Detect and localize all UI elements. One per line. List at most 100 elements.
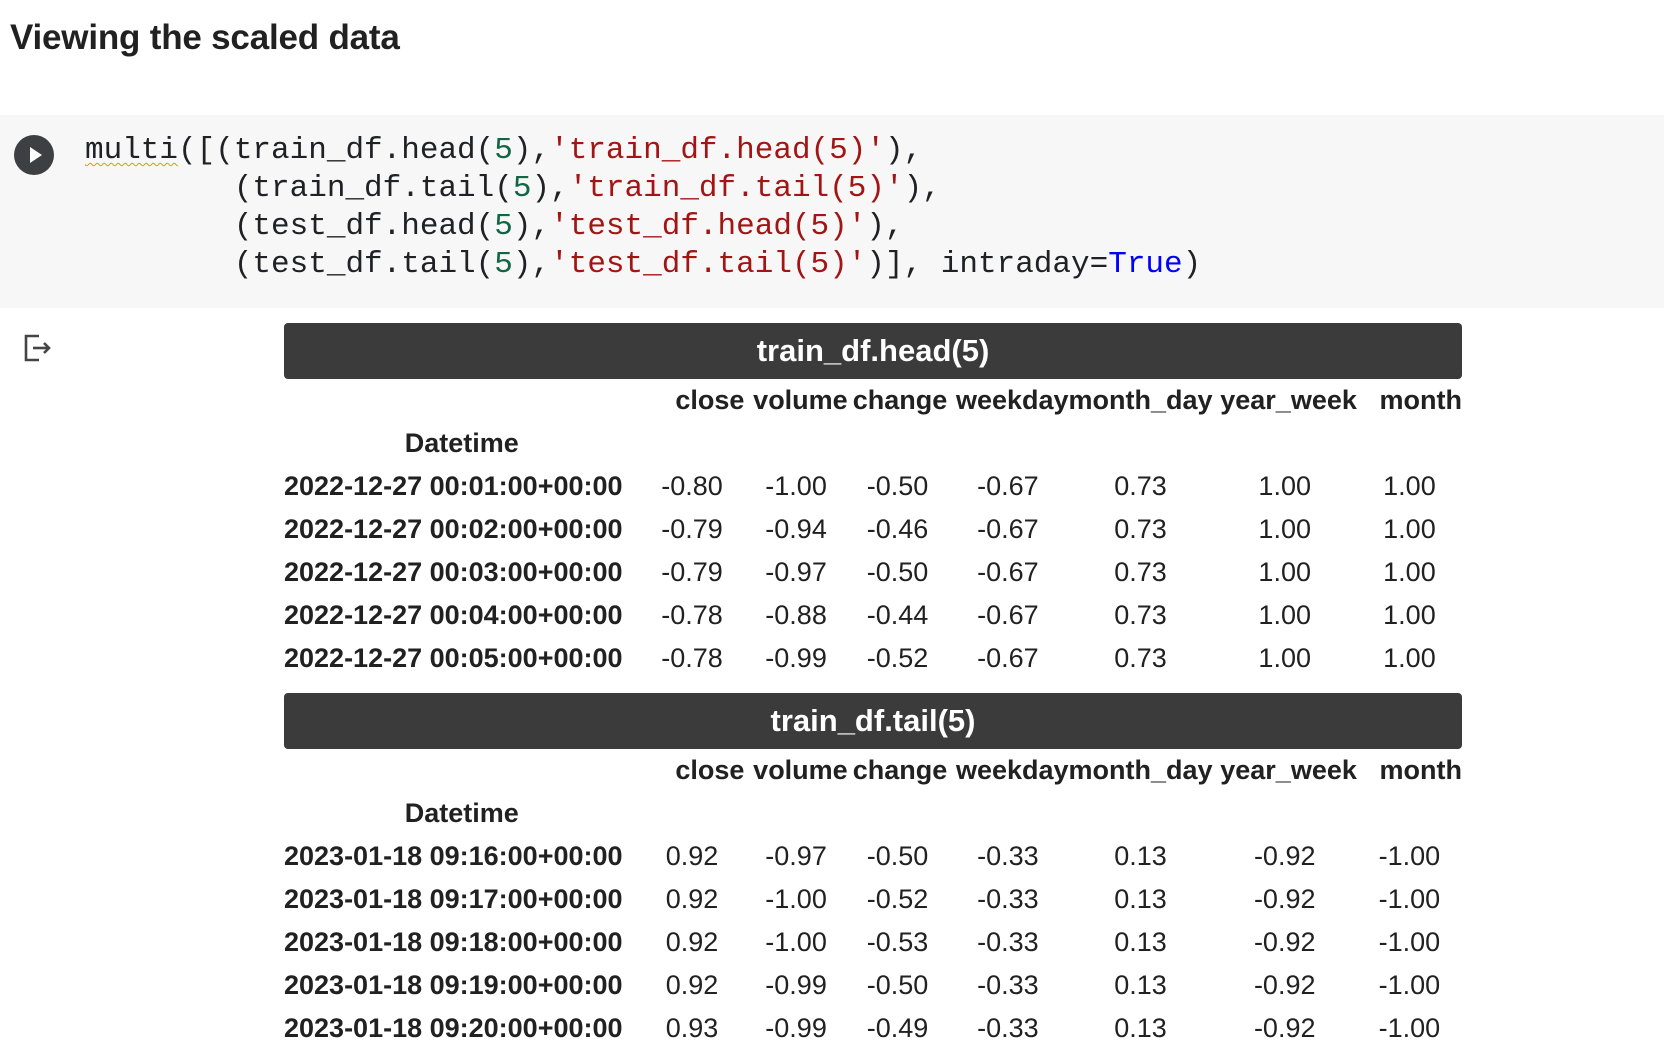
code-token: ), — [512, 247, 551, 282]
table-cell: 1.00 — [1258, 643, 1311, 673]
column-header: month_day — [1068, 385, 1213, 415]
table-cell: 0.13 — [1114, 884, 1167, 914]
code-token: 5 — [494, 133, 513, 168]
code-line: (train_df.tail(5),'train_df.tail(5)'), — [85, 170, 1201, 208]
code-token: ), — [903, 171, 941, 206]
code-token: multi — [85, 133, 179, 168]
code-token: 'test_df.tail(5)' — [550, 247, 867, 282]
code-token: 5 — [494, 247, 513, 282]
table-row: 2022-12-27 00:03:00+00:00 -0.79 -0.97 -0.50… — [284, 551, 1462, 594]
table-cell: -0.33 — [977, 970, 1039, 1000]
code-editor[interactable]: multi([(train_df.head(5),'train_df.head(… — [85, 132, 1201, 284]
table-cell: 1.00 — [1258, 557, 1311, 587]
table-cell: -1.00 — [765, 884, 827, 914]
table-cell: -0.92 — [1253, 970, 1316, 1000]
table-cell: -0.52 — [866, 643, 929, 673]
output-table-block: train_df.head(5) close volume change weekday… — [284, 323, 1462, 680]
code-token: ) — [1182, 247, 1202, 282]
code-token: True — [1108, 247, 1183, 282]
empty-cell — [640, 422, 745, 465]
empty-cell — [1357, 422, 1462, 465]
code-line: (test_df.head(5),'test_df.head(5)'), — [85, 208, 1201, 246]
table-row: 2022-12-27 00:02:00+00:00 -0.79 -0.94 -0.46… — [284, 508, 1462, 551]
table-cell: 1.00 — [1383, 471, 1436, 501]
table-cell: -0.79 — [661, 557, 723, 587]
empty-cell — [848, 422, 948, 465]
code-token: ([(train_df.head( — [178, 133, 495, 168]
table-cell: 0.73 — [1114, 643, 1167, 673]
table-cell: -0.50 — [866, 970, 929, 1000]
table-cell: -1.00 — [765, 927, 827, 957]
table-row: 2023-01-18 09:16:00+00:00 0.92 -0.97 -0.50 -… — [284, 835, 1462, 878]
table-cell: 1.00 — [1258, 471, 1311, 501]
table-cell: -1.00 — [1378, 884, 1441, 914]
table-cell: -0.49 — [866, 1013, 929, 1043]
table-cell: -0.97 — [765, 557, 827, 587]
table-cell: -1.00 — [1378, 1013, 1441, 1043]
code-token: (test_df.tail( — [85, 247, 495, 282]
table-cell: -1.00 — [1378, 841, 1441, 871]
table-cell: -0.53 — [866, 927, 929, 957]
code-token: (test_df.head( — [85, 209, 495, 244]
empty-cell — [1069, 792, 1213, 835]
table-cell: 1.00 — [1383, 643, 1436, 673]
row-index: 2022-12-27 00:01:00+00:00 — [284, 471, 623, 501]
column-header: month — [1379, 385, 1462, 415]
table-cell: -0.52 — [866, 884, 929, 914]
table-cell: 0.73 — [1114, 514, 1167, 544]
row-index: 2023-01-18 09:16:00+00:00 — [284, 841, 623, 871]
table-row: 2023-01-18 09:17:00+00:00 0.92 -1.00 -0.52 -… — [284, 878, 1462, 921]
table-cell: 1.00 — [1258, 514, 1311, 544]
code-token: 'test_df.head(5)' — [550, 209, 867, 244]
code-token: ), — [512, 209, 551, 244]
table-cell: 1.00 — [1383, 600, 1436, 630]
table-cell: 0.13 — [1114, 927, 1167, 957]
section-heading: Viewing the scaled data — [10, 18, 400, 57]
table-cell: -1.00 — [1378, 927, 1441, 957]
table-cell: 1.00 — [1258, 600, 1311, 630]
header-blank — [284, 749, 640, 792]
code-token: ), — [884, 133, 923, 168]
table-cell: -0.92 — [1253, 927, 1316, 957]
code-token: ), — [512, 133, 551, 168]
row-index: 2023-01-18 09:19:00+00:00 — [284, 970, 623, 1000]
table-cell: -0.67 — [977, 514, 1039, 544]
column-header: weekday — [955, 385, 1069, 415]
table-cell: -1.00 — [765, 471, 827, 501]
code-token: ), — [866, 209, 904, 244]
table-cell: 0.92 — [665, 927, 719, 957]
column-header: volume — [753, 385, 848, 415]
empty-cell — [947, 792, 1068, 835]
table-cell: -0.33 — [977, 1013, 1039, 1043]
table-cell: -0.99 — [765, 643, 827, 673]
table-cell: -0.78 — [661, 643, 723, 673]
empty-cell — [1213, 422, 1357, 465]
output-title: train_df.head(5) — [284, 323, 1462, 379]
header-blank — [284, 379, 640, 422]
dataframe-table: close volume change weekday month_day year_we… — [284, 749, 1462, 1050]
run-cell-button[interactable] — [14, 135, 54, 175]
table-cell: -0.33 — [977, 884, 1039, 914]
table-cell: -0.50 — [866, 841, 929, 871]
code-token: 5 — [512, 171, 532, 206]
empty-cell — [744, 422, 847, 465]
table-cell: -0.92 — [1253, 884, 1316, 914]
output-redirect-icon[interactable] — [22, 332, 54, 364]
table-cell: 0.92 — [665, 841, 719, 871]
table-row: 2023-01-18 09:20:00+00:00 0.93 -0.99 -0.49 -… — [284, 1007, 1462, 1050]
table-cell: -0.99 — [765, 970, 827, 1000]
output-title: train_df.tail(5) — [284, 693, 1462, 749]
table-row: 2023-01-18 09:18:00+00:00 0.92 -1.00 -0.53 -… — [284, 921, 1462, 964]
empty-cell — [947, 422, 1068, 465]
empty-cell — [1069, 422, 1213, 465]
column-header: month — [1379, 755, 1462, 785]
table-cell: 1.00 — [1383, 514, 1436, 544]
table-cell: -0.99 — [765, 1013, 827, 1043]
table-cell: -0.44 — [866, 600, 929, 630]
empty-cell — [744, 792, 847, 835]
index-name: Datetime — [404, 428, 519, 458]
table-row: 2023-01-18 09:19:00+00:00 0.92 -0.99 -0.50 -… — [284, 964, 1462, 1007]
column-header: close — [675, 755, 745, 785]
table-cell: -0.67 — [977, 557, 1039, 587]
table-row: 2022-12-27 00:05:00+00:00 -0.78 -0.99 -0.52… — [284, 637, 1462, 680]
